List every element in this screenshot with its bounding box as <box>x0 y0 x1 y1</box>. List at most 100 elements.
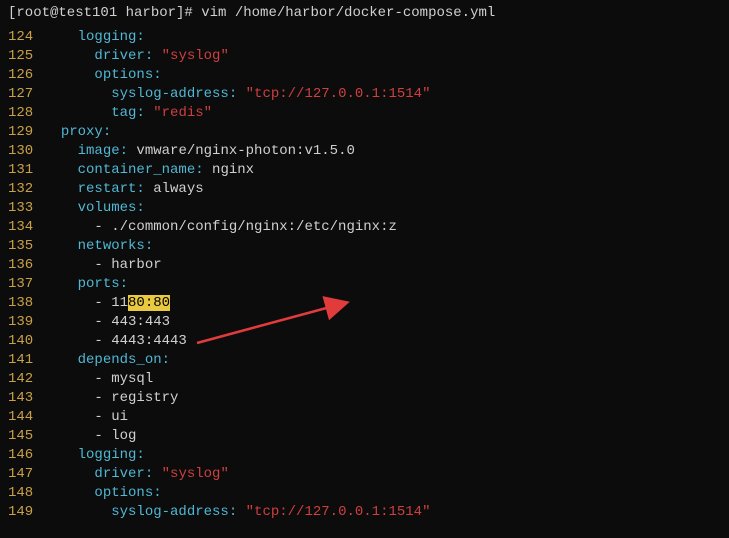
line-content: driver: "syslog" <box>44 465 729 484</box>
code-line: 131 container_name: nginx <box>8 161 729 180</box>
line-content: - 4443:4443 <box>44 332 729 351</box>
yaml-value: "tcp://127.0.0.1:1514" <box>237 86 430 102</box>
line-content: - registry <box>44 389 729 408</box>
yaml-key: image <box>78 143 120 159</box>
line-number: 135 <box>8 237 44 256</box>
code-line: 126 options: <box>8 66 729 85</box>
line-number: 148 <box>8 484 44 503</box>
code-line: 139 - 443:443 <box>8 313 729 332</box>
line-number: 140 <box>8 332 44 351</box>
yaml-key: restart <box>78 181 137 197</box>
yaml-value: "syslog" <box>153 48 229 64</box>
line-content: volumes: <box>44 199 729 218</box>
line-number: 146 <box>8 446 44 465</box>
code-line: 134 - ./common/config/nginx:/etc/nginx:z <box>8 218 729 237</box>
code-line: 141 depends_on: <box>8 351 729 370</box>
code-line: 136 - harbor <box>8 256 729 275</box>
line-content: syslog-address: "tcp://127.0.0.1:1514" <box>44 503 729 522</box>
code-line: 125 driver: "syslog" <box>8 47 729 66</box>
yaml-key: ports <box>78 276 120 292</box>
line-number: 131 <box>8 161 44 180</box>
yaml-key: volumes <box>78 200 137 216</box>
line-content: - mysql <box>44 370 729 389</box>
line-content: - log <box>44 427 729 446</box>
line-number: 145 <box>8 427 44 446</box>
yaml-key: logging <box>78 29 137 45</box>
yaml-key: depends_on <box>78 352 162 368</box>
line-number: 129 <box>8 123 44 142</box>
code-line: 144 - ui <box>8 408 729 427</box>
line-number: 126 <box>8 66 44 85</box>
line-number: 134 <box>8 218 44 237</box>
line-content: logging: <box>44 28 729 47</box>
line-content: logging: <box>44 446 729 465</box>
code-line: 133 volumes: <box>8 199 729 218</box>
yaml-key: driver <box>94 466 144 482</box>
line-number: 142 <box>8 370 44 389</box>
line-content: - ./common/config/nginx:/etc/nginx:z <box>44 218 729 237</box>
line-content: networks: <box>44 237 729 256</box>
yaml-key: driver <box>94 48 144 64</box>
line-number: 138 <box>8 294 44 313</box>
yaml-value: always <box>145 181 204 197</box>
yaml-key: syslog-address <box>111 504 229 520</box>
line-content: - 443:443 <box>44 313 729 332</box>
line-number: 128 <box>8 104 44 123</box>
yaml-value: "tcp://127.0.0.1:1514" <box>237 504 430 520</box>
line-content: tag: "redis" <box>44 104 729 123</box>
editor-content: 124 logging:125 driver: "syslog"126 opti… <box>0 28 729 522</box>
code-line: 143 - registry <box>8 389 729 408</box>
code-line: 127 syslog-address: "tcp://127.0.0.1:151… <box>8 85 729 104</box>
line-number: 124 <box>8 28 44 47</box>
line-content: proxy: <box>44 123 729 142</box>
yaml-value: vmware/nginx-photon:v1.5.0 <box>128 143 355 159</box>
yaml-value: "syslog" <box>153 466 229 482</box>
line-content: depends_on: <box>44 351 729 370</box>
line-number: 139 <box>8 313 44 332</box>
code-line: 149 syslog-address: "tcp://127.0.0.1:151… <box>8 503 729 522</box>
yaml-key: options <box>94 67 153 83</box>
code-line: 148 options: <box>8 484 729 503</box>
line-number: 141 <box>8 351 44 370</box>
line-content: - harbor <box>44 256 729 275</box>
search-highlight: 80 <box>128 295 145 311</box>
code-line: 124 logging: <box>8 28 729 47</box>
line-number: 130 <box>8 142 44 161</box>
code-line: 128 tag: "redis" <box>8 104 729 123</box>
line-content: restart: always <box>44 180 729 199</box>
line-content: container_name: nginx <box>44 161 729 180</box>
code-line: 147 driver: "syslog" <box>8 465 729 484</box>
line-number: 143 <box>8 389 44 408</box>
yaml-key: container_name <box>78 162 196 178</box>
line-number: 137 <box>8 275 44 294</box>
line-content: syslog-address: "tcp://127.0.0.1:1514" <box>44 85 729 104</box>
code-line: 145 - log <box>8 427 729 446</box>
line-content: options: <box>44 66 729 85</box>
line-number: 149 <box>8 503 44 522</box>
code-line: 132 restart: always <box>8 180 729 199</box>
yaml-key: proxy <box>61 124 103 140</box>
line-content: - ui <box>44 408 729 427</box>
line-number: 127 <box>8 85 44 104</box>
line-content: ports: <box>44 275 729 294</box>
code-line: 137 ports: <box>8 275 729 294</box>
line-number: 136 <box>8 256 44 275</box>
line-number: 132 <box>8 180 44 199</box>
line-content: driver: "syslog" <box>44 47 729 66</box>
line-content: image: vmware/nginx-photon:v1.5.0 <box>44 142 729 161</box>
code-line: 142 - mysql <box>8 370 729 389</box>
yaml-key: tag <box>111 105 136 121</box>
line-number: 144 <box>8 408 44 427</box>
line-number: 147 <box>8 465 44 484</box>
yaml-key: options <box>94 485 153 501</box>
code-line: 129 proxy: <box>8 123 729 142</box>
yaml-value: "redis" <box>145 105 212 121</box>
line-number: 125 <box>8 47 44 66</box>
yaml-key: networks <box>78 238 145 254</box>
yaml-key: logging <box>78 447 137 463</box>
line-content: options: <box>44 484 729 503</box>
code-line: 140 - 4443:4443 <box>8 332 729 351</box>
yaml-key: syslog-address <box>111 86 229 102</box>
line-content: - 1180:80 <box>44 294 729 313</box>
code-line: 130 image: vmware/nginx-photon:v1.5.0 <box>8 142 729 161</box>
